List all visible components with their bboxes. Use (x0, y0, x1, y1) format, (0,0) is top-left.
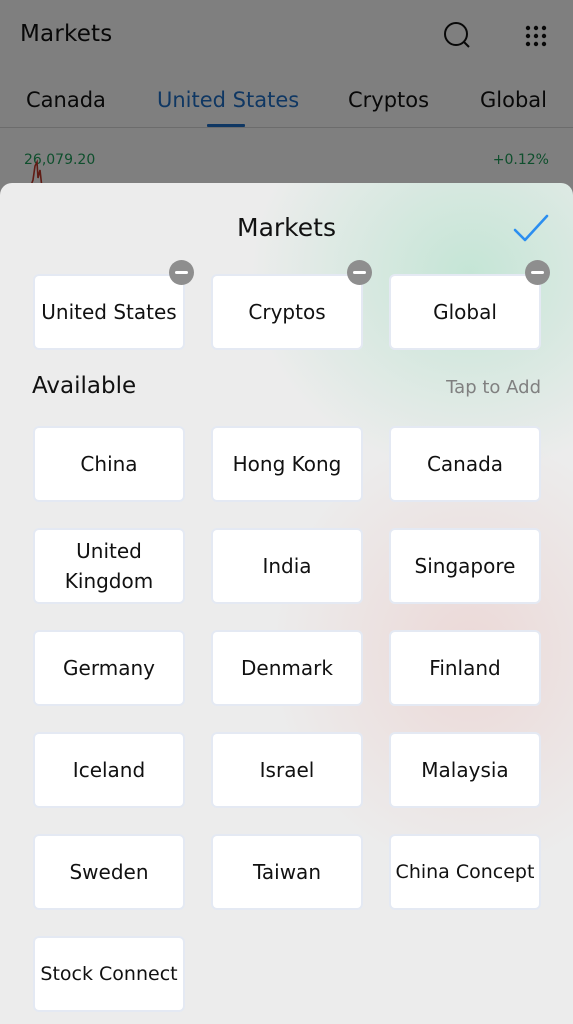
tile-label: Denmark (241, 656, 333, 680)
tile-label: Sweden (69, 860, 149, 884)
remove-icon[interactable] (169, 260, 194, 285)
available-market-tile[interactable]: Iceland (35, 734, 183, 806)
tile-label: United Kingdom (64, 539, 154, 593)
tile-label: Singapore (414, 554, 516, 578)
selected-market-tile[interactable]: United States (35, 276, 183, 348)
selected-market-tile[interactable]: Global (391, 276, 539, 348)
tile-label: Finland (429, 656, 501, 680)
selected-market-tile[interactable]: Cryptos (213, 276, 361, 348)
remove-icon[interactable] (525, 260, 550, 285)
available-market-tile[interactable]: China (35, 428, 183, 500)
tile-label: Malaysia (421, 758, 509, 782)
tap-to-add-hint: Tap to Add (446, 377, 541, 398)
available-market-tile[interactable]: United Kingdom (35, 530, 183, 602)
available-market-tile[interactable]: China Concept (391, 836, 539, 908)
tile-label: Cryptos (248, 300, 326, 324)
available-market-tile[interactable]: Sweden (35, 836, 183, 908)
available-section-label: Available (32, 373, 137, 399)
available-market-tile[interactable]: Stock Connect (35, 938, 183, 1010)
tile-label: Germany (63, 656, 155, 680)
available-market-tile[interactable]: Malaysia (391, 734, 539, 806)
available-market-tile[interactable]: Singapore (391, 530, 539, 602)
available-market-tile[interactable]: Taiwan (213, 836, 361, 908)
tile-label: Stock Connect (40, 963, 178, 985)
available-market-tile[interactable]: Canada (391, 428, 539, 500)
available-market-tile[interactable]: India (213, 530, 361, 602)
tile-label: United States (41, 300, 177, 324)
tile-label: Israel (259, 758, 315, 782)
tile-label: China Concept (395, 861, 535, 883)
checkmark-icon[interactable] (512, 213, 550, 247)
tile-label: Canada (426, 452, 504, 476)
edit-markets-sheet: Markets United States Cryptos Global Ava… (0, 183, 573, 1024)
available-market-tile[interactable]: Israel (213, 734, 361, 806)
available-market-tile[interactable]: Germany (35, 632, 183, 704)
tile-label: China (80, 452, 138, 476)
sheet-title: Markets (237, 213, 336, 242)
available-market-tile[interactable]: Denmark (213, 632, 361, 704)
tile-label: Global (433, 300, 497, 324)
tile-label: Hong Kong (232, 452, 342, 476)
remove-icon[interactable] (347, 260, 372, 285)
available-market-tile[interactable]: Finland (391, 632, 539, 704)
tile-label: Iceland (72, 758, 146, 782)
tile-label: India (262, 554, 312, 578)
tile-label: Taiwan (252, 860, 321, 884)
available-market-tile[interactable]: Hong Kong (213, 428, 361, 500)
